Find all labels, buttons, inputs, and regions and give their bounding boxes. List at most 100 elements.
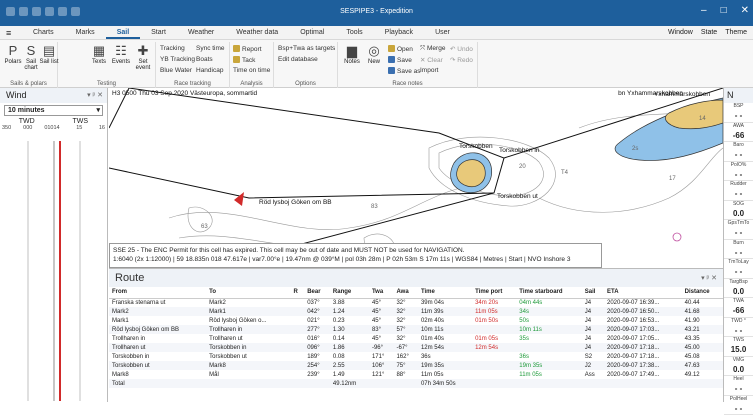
instrument-readout[interactable]: Rudder- - (724, 181, 753, 201)
route-panel-title: Route (115, 272, 144, 284)
instrument-readout[interactable]: SOG0.0 (724, 201, 753, 221)
panel-controls[interactable]: ▾ ᵖ ✕ (701, 274, 717, 282)
handicap-button[interactable]: Handicap (196, 67, 223, 74)
maximize-icon[interactable]: □ (721, 5, 727, 16)
open-button[interactable]: Open (388, 45, 413, 53)
chart-status-text: H3 0500 Thu 03 Sep 2020 Västeuropa, somm… (112, 90, 257, 97)
theme-menu[interactable]: Theme (725, 29, 747, 36)
column-header[interactable]: R (290, 287, 304, 298)
table-cell: 1.30 (330, 325, 369, 334)
table-total-row[interactable]: Total49.12nm07h 34m 50s (109, 379, 723, 388)
set-event-button[interactable]: ✚Set event (132, 44, 154, 71)
tab-optimal[interactable]: Optimal (289, 28, 335, 39)
interval-select[interactable]: 10 minutes▾ (4, 105, 103, 116)
group-analysis: Report Tack Time on time Analysis (230, 42, 274, 88)
column-header[interactable]: Twa (369, 287, 394, 298)
tab-playback[interactable]: Playback (374, 28, 424, 39)
table-cell: Röd lysboj Göken om BB (109, 325, 206, 334)
table-row[interactable]: Trollharen utTorskobben in096°1.86-96°-6… (109, 343, 723, 352)
save-as-button[interactable]: Save as (388, 67, 421, 75)
boats-button[interactable]: Boats (196, 56, 213, 63)
instrument-readout[interactable]: BSP- - (724, 103, 753, 123)
clear-button[interactable]: ✕ Clear (420, 56, 443, 64)
time-on-time-button[interactable]: Time on time (233, 67, 270, 74)
table-row[interactable]: Röd lysboj Göken om BBTrollharen in277°1… (109, 325, 723, 334)
column-header[interactable]: To (206, 287, 290, 298)
new-button[interactable]: ◎New (363, 44, 385, 65)
column-header[interactable]: ETA (604, 287, 682, 298)
tab-tools[interactable]: Tools (335, 28, 373, 39)
table-row[interactable]: Franska stenarna utMark2037°3.8845°32°39… (109, 298, 723, 307)
column-header[interactable]: Distance (682, 287, 723, 298)
report-button[interactable]: Report (233, 45, 262, 53)
tracking-button[interactable]: Tracking (160, 45, 185, 52)
column-header[interactable]: From (109, 287, 206, 298)
instrument-readout[interactable]: TargBsp0.0 (724, 279, 753, 299)
blue-water-button[interactable]: Blue Water (160, 67, 192, 74)
tab-user[interactable]: User (424, 28, 461, 39)
table-row[interactable]: Mark2Mark1042°1.2445°32°11m 39s11m 05s34… (109, 307, 723, 316)
edit-database-button[interactable]: Edit database (278, 56, 318, 63)
table-row[interactable]: Torskobben utMark8254°2.55106°75°19m 35s… (109, 361, 723, 370)
table-cell: Mark2 (109, 307, 206, 316)
instrument-readout[interactable]: TWS15.0 (724, 337, 753, 357)
instrument-readout[interactable]: VMG0.0 (724, 357, 753, 377)
table-cell (472, 361, 516, 370)
wind-panel-header: Wind ▾ ᵖ ✕ (0, 88, 107, 103)
tab-charts[interactable]: Charts (22, 28, 65, 39)
instrument-readout[interactable]: PolO%- - (724, 162, 753, 182)
notes-button[interactable]: ▆Notes (341, 44, 363, 65)
chart-view[interactable]: Torskobben Torskobben in Torskobben ut R… (109, 88, 723, 264)
instrument-readout[interactable]: TWD °- - (724, 318, 753, 338)
column-header[interactable]: Time port (472, 287, 516, 298)
table-row[interactable]: Trollharen inTrollharen ut016°0.1445°32°… (109, 334, 723, 343)
column-header[interactable]: Time starboard (516, 287, 582, 298)
group-race-tracking: Tracking Sync time YB Tracking Boats Blu… (156, 42, 230, 88)
merge-button[interactable]: ⤧ Merge (420, 45, 445, 53)
yb-tracking-button[interactable]: YB Tracking (160, 56, 195, 63)
table-row[interactable]: Torskobben inTorskobben ut189°0.08171°16… (109, 352, 723, 361)
depth-label: 2s (632, 146, 638, 152)
column-header[interactable]: Bear (304, 287, 330, 298)
instrument-readout[interactable]: Baro- - (724, 142, 753, 162)
tab-marks[interactable]: Marks (65, 28, 106, 39)
table-cell: 01m 40s (418, 334, 472, 343)
instrument-readout[interactable]: GpsTmTo- - (724, 220, 753, 240)
instrument-readout[interactable]: TWA-66 (724, 298, 753, 318)
save-button[interactable]: Save (388, 56, 412, 64)
instrument-readout[interactable]: AWA-66 (724, 123, 753, 143)
redo-button[interactable]: ↷ Redo (450, 56, 473, 64)
close-icon[interactable]: ✕ (741, 5, 749, 16)
table-row[interactable]: Mark8Mål239°1.49121°88°11m 05s11m 05sAss… (109, 370, 723, 379)
app-menu-icon[interactable]: ≡ (6, 28, 11, 38)
import-button[interactable]: Import (420, 67, 438, 74)
instrument-readout[interactable]: Heel- - (724, 376, 753, 396)
tab-start[interactable]: Start (140, 28, 177, 39)
sync-time-button[interactable]: Sync time (196, 45, 225, 52)
sail-list-button[interactable]: ▤Sail list (38, 44, 60, 65)
undo-button[interactable]: ↶ Undo (450, 45, 473, 53)
instrument-readout[interactable]: Burn- - (724, 240, 753, 260)
texts-button[interactable]: ▦Texts (88, 44, 110, 65)
torskobben-island (451, 153, 492, 193)
minimize-icon[interactable]: – (701, 5, 707, 16)
bsp-twa-targets-button[interactable]: Bsp+Twa as targets (278, 45, 335, 52)
instrument-readout[interactable]: PolHeel- - (724, 396, 753, 415)
instrument-readout[interactable]: TmToLay- - (724, 259, 753, 279)
table-row[interactable]: Mark1Röd lysboj Göken o...021°0.2345°32°… (109, 316, 723, 325)
table-cell: 042° (304, 307, 330, 316)
column-header[interactable]: Sail (582, 287, 604, 298)
tab-weather-data[interactable]: Weather data (225, 28, 289, 39)
red-buoy-marker[interactable] (234, 192, 244, 206)
tab-sail[interactable]: Sail (106, 28, 140, 39)
tab-weather[interactable]: Weather (177, 28, 225, 39)
tack-button[interactable]: Tack (233, 56, 255, 64)
events-button[interactable]: ☷Events (110, 44, 132, 65)
column-header[interactable]: Time (418, 287, 472, 298)
window-menu[interactable]: Window (668, 29, 693, 36)
column-header[interactable]: Range (330, 287, 369, 298)
panel-controls[interactable]: ▾ ᵖ ✕ (87, 91, 103, 99)
state-menu[interactable]: State (701, 29, 717, 36)
column-header[interactable]: Awa (393, 287, 418, 298)
waypoint-marker[interactable] (673, 233, 681, 241)
